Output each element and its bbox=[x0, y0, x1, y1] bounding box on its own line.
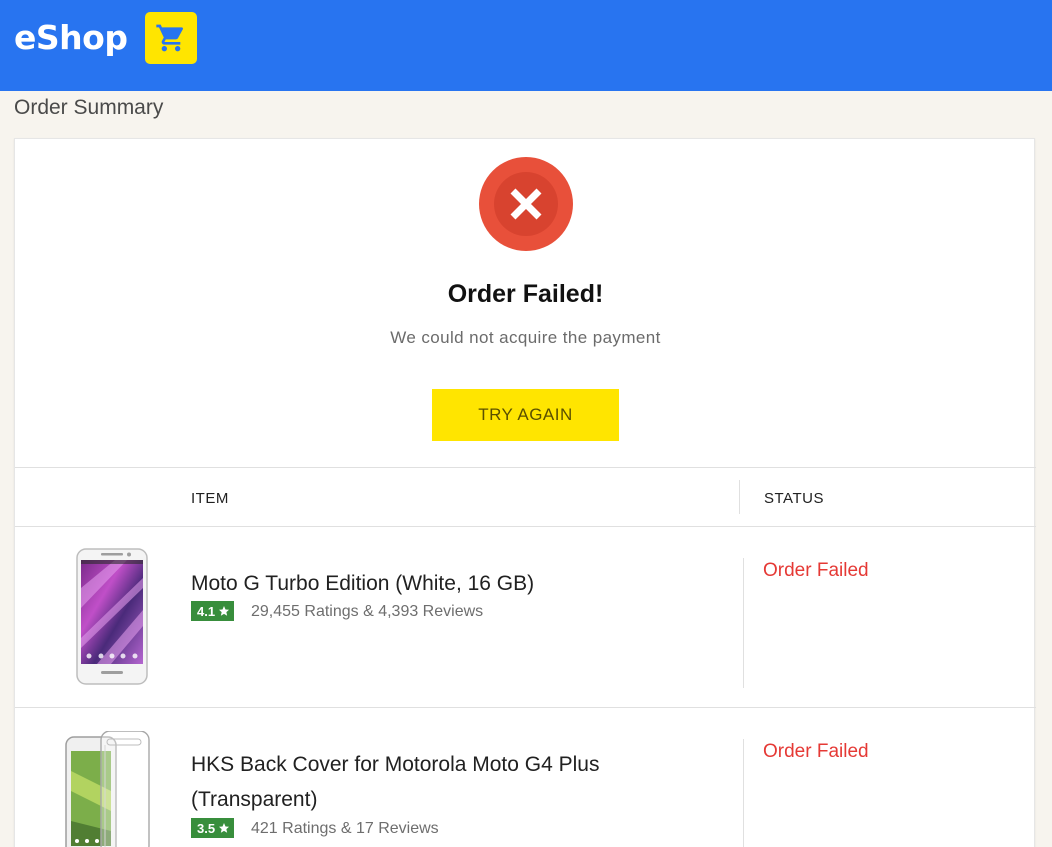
cart-button[interactable] bbox=[145, 12, 197, 64]
product-image-moto-g[interactable] bbox=[75, 548, 149, 686]
rating-value: 4.1 bbox=[197, 603, 216, 619]
status-label: Order Failed bbox=[763, 560, 869, 581]
ratings-reviews-count: 421 Ratings & 17 Reviews bbox=[251, 820, 439, 837]
product-image-back-cover[interactable] bbox=[63, 731, 153, 847]
star-icon bbox=[219, 823, 230, 833]
star-icon bbox=[219, 606, 230, 616]
close-icon bbox=[510, 188, 542, 220]
app-header: eShop bbox=[0, 0, 1052, 91]
order-failed-message: We could not acquire the payment bbox=[390, 328, 661, 347]
divider bbox=[15, 467, 1036, 468]
page-title: Order Summary bbox=[14, 96, 164, 119]
status-label: Order Failed bbox=[763, 741, 869, 762]
column-header-status: STATUS bbox=[764, 490, 824, 507]
divider bbox=[15, 526, 1036, 527]
rating-value: 3.5 bbox=[197, 820, 216, 836]
divider bbox=[15, 707, 1036, 708]
order-failed-icon bbox=[479, 157, 573, 251]
column-divider bbox=[739, 480, 740, 514]
rating-badge: 4.1 bbox=[191, 601, 235, 621]
product-title[interactable]: HKS Back Cover for Motorola Moto G4 Plus… bbox=[191, 747, 691, 817]
order-failed-title: Order Failed! bbox=[447, 280, 604, 308]
column-header-item: ITEM bbox=[191, 490, 229, 507]
column-divider bbox=[743, 739, 744, 847]
order-summary-card: Order Failed! We could not acquire the p… bbox=[14, 138, 1036, 847]
cart-icon bbox=[156, 24, 184, 52]
product-title[interactable]: Moto G Turbo Edition (White, 16 GB) bbox=[191, 566, 534, 601]
try-again-button[interactable]: TRY AGAIN bbox=[432, 389, 619, 441]
logo[interactable]: eShop bbox=[14, 18, 128, 57]
column-divider bbox=[743, 558, 744, 688]
ratings-reviews-count: 29,455 Ratings & 4,393 Reviews bbox=[251, 603, 484, 620]
rating-badge: 3.5 bbox=[191, 818, 235, 838]
